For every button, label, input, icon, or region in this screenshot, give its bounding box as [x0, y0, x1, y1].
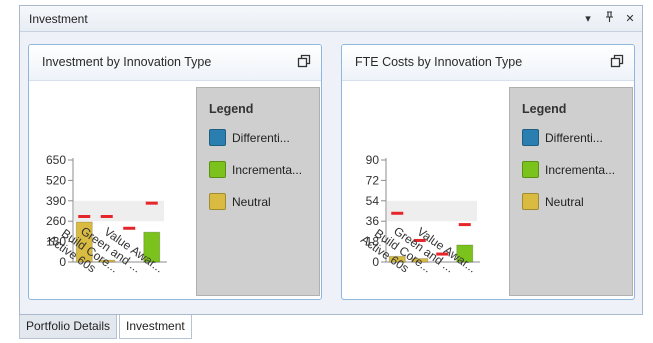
- y-tick-label: 520: [46, 173, 66, 187]
- legend-label: Incrementa...: [545, 162, 616, 177]
- legend-swatch: [522, 161, 539, 178]
- card-title: Investment by Innovation Type: [42, 55, 212, 69]
- y-tick-label: 260: [46, 214, 66, 228]
- legend-label: Differenti...: [232, 130, 290, 145]
- pin-icon[interactable]: [603, 11, 615, 26]
- y-tick-label: 36: [366, 214, 380, 228]
- dropdown-arrow-icon[interactable]: ▾: [582, 12, 594, 26]
- maximize-icon[interactable]: [297, 54, 311, 68]
- legend-label: Neutral: [232, 194, 271, 209]
- legend-title: Legend: [522, 102, 567, 116]
- legend-item: Incrementa...: [209, 161, 302, 178]
- y-tick-label: 54: [366, 194, 380, 208]
- chart-marker: [78, 214, 91, 218]
- legend-swatch: [522, 193, 539, 210]
- legend-swatch: [209, 161, 226, 178]
- y-tick-label: 72: [366, 173, 380, 187]
- legend-item: Differenti...: [522, 129, 603, 146]
- card-title: FTE Costs by Innovation Type: [355, 55, 523, 69]
- maximize-icon[interactable]: [610, 54, 624, 68]
- legend-swatch: [209, 193, 226, 210]
- chart-marker: [100, 214, 113, 218]
- document-tabs: Portfolio Details Investment: [19, 315, 192, 340]
- legend-label: Differenti...: [545, 130, 603, 145]
- tab-portfolio-details[interactable]: Portfolio Details: [19, 315, 118, 339]
- y-tick-label: 90: [366, 153, 380, 167]
- y-tick-label: 650: [46, 153, 66, 167]
- pane-header: Investment ▾ ✕: [20, 6, 642, 32]
- pane-title: Investment: [29, 12, 88, 26]
- fte-costs-chart: 01836547290Active 60sBuild Core...Green …: [358, 153, 480, 275]
- legend-label: Incrementa...: [232, 162, 303, 177]
- investment-chart: 0130260390520650Active 60sBuild Core...G…: [45, 153, 167, 275]
- legend-item: Incrementa...: [522, 161, 615, 178]
- card-header: Investment by Innovation Type: [29, 45, 321, 81]
- legend-label: Neutral: [545, 194, 584, 209]
- chart-marker: [123, 226, 136, 230]
- legend-panel: Legend Differenti... Incrementa... Neutr…: [196, 87, 320, 296]
- tab-investment[interactable]: Investment: [119, 315, 192, 339]
- pane-body: Investment by Innovation Type 0 130 260 390…: [20, 32, 642, 314]
- investment-pane: Investment ▾ ✕ Investment by Innovation …: [19, 5, 643, 315]
- chart-marker: [391, 211, 404, 215]
- legend-item: Neutral: [209, 193, 271, 210]
- pane-window-buttons: ▾ ✕: [582, 11, 636, 26]
- close-icon[interactable]: ✕: [624, 12, 636, 26]
- y-tick-label: 390: [46, 194, 66, 208]
- card-header: FTE Costs by Innovation Type: [342, 45, 634, 81]
- chart-marker: [458, 223, 471, 227]
- legend-swatch: [209, 129, 226, 146]
- legend-swatch: [522, 129, 539, 146]
- legend-item: Differenti...: [209, 129, 290, 146]
- legend-title: Legend: [209, 102, 254, 116]
- legend-item: Neutral: [522, 193, 584, 210]
- chart-marker: [145, 201, 158, 205]
- legend-panel: Legend Differenti... Incrementa... Neutr…: [509, 87, 633, 296]
- chart-grid-band: [387, 200, 477, 222]
- fte-costs-chart-card: FTE Costs by Innovation Type 0 18 36 54 72 90…: [341, 44, 635, 300]
- investment-chart-card: Investment by Innovation Type 0 130 260 390…: [28, 44, 322, 300]
